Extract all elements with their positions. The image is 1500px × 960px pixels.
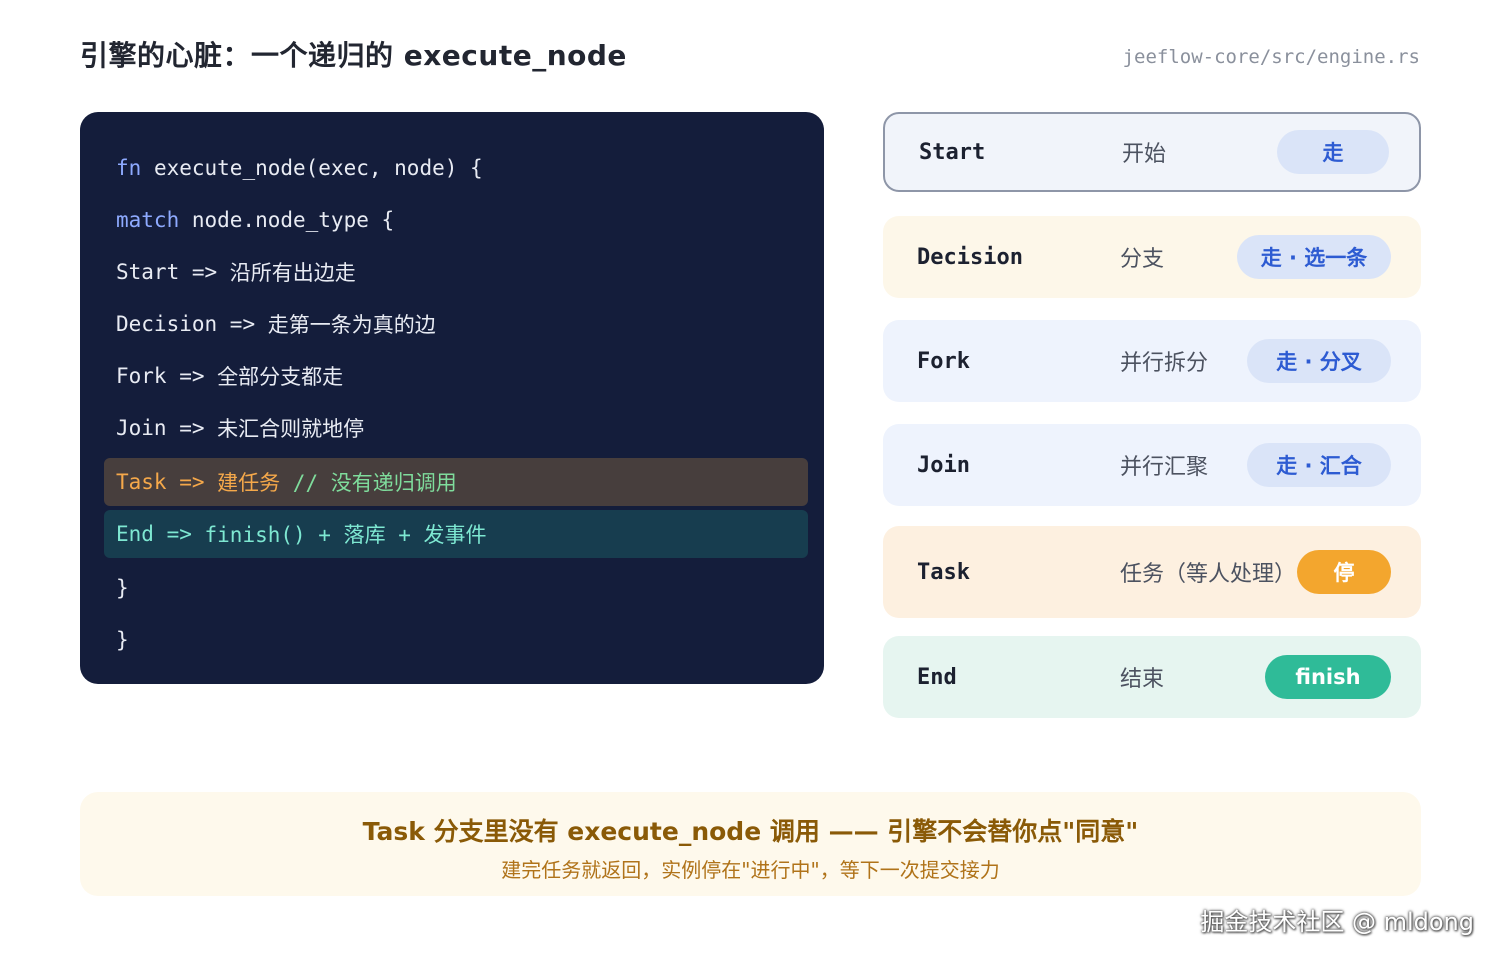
node-card-start: Start 开始 走 [883, 112, 1421, 192]
callout-sub-text: 建完任务就返回，实例停在"进行中"，等下一次提交接力 [501, 858, 1000, 882]
code-line-task-highlighted: Task => 建任务 // 没有递归调用 [104, 458, 808, 506]
node-badge: 走 · 选一条 [1237, 235, 1391, 279]
code-line-join: Join => 未汇合则就地停 [104, 404, 808, 452]
code-arrow: => [166, 470, 218, 494]
node-desc: 结束 [1120, 667, 1165, 692]
node-name: End [917, 664, 957, 690]
code-line-decision: Decision => 走第一条为真的边 [104, 300, 808, 348]
node-name: Task [917, 559, 970, 585]
node-card-join: Join 并行汇聚 走 · 汇合 [883, 424, 1421, 506]
node-desc: 分支 [1120, 247, 1165, 272]
code-arrow: => [179, 260, 230, 284]
code-case-text: 走第一条为真的边 [267, 313, 436, 337]
node-badge: 走 · 分叉 [1247, 339, 1391, 383]
node-name: Start [919, 139, 986, 165]
node-name: Decision [917, 244, 1023, 270]
callout-main-text: Task 分支里没有 execute_node 调用 —— 引擎不会替你点"同意… [362, 817, 1139, 846]
code-case-text: 全部分支都走 [217, 365, 344, 389]
code-line-fork: Fork => 全部分支都走 [104, 352, 808, 400]
source-path: jeeflow-core/src/engine.rs [1122, 46, 1420, 68]
code-arrow: => [166, 364, 218, 388]
code-text: execute_node(exec, node) { [141, 156, 483, 180]
node-badge: 走 [1277, 130, 1389, 174]
callout-note: Task 分支里没有 execute_node 调用 —— 引擎不会替你点"同意… [80, 792, 1421, 896]
code-line-match: match node.node_type { [104, 196, 808, 244]
node-card-decision: Decision 分支 走 · 选一条 [883, 216, 1421, 298]
node-card-end: End 结束 finish [883, 636, 1421, 718]
code-line-close-match: } [116, 576, 129, 600]
node-name: Join [917, 452, 970, 478]
node-badge: 停 [1297, 550, 1391, 594]
code-case-text: 未汇合则就地停 [217, 417, 365, 441]
code-case-text: finish() + 落库 + 发事件 [204, 523, 487, 547]
node-desc: 并行拆分 [1120, 351, 1209, 376]
code-arrow: => [166, 416, 218, 440]
code-arrow: => [217, 312, 268, 336]
node-desc: 开始 [1122, 142, 1167, 167]
node-desc: 任务（等人处理） [1120, 562, 1297, 587]
code-case-name: Join [116, 416, 167, 440]
node-badge: finish [1265, 655, 1391, 699]
code-arrow: => [153, 522, 205, 546]
page-title: 引擎的心脏：一个递归的 execute_node [80, 39, 627, 72]
code-case-name: Fork [116, 364, 167, 388]
code-case-name: Start [116, 260, 180, 284]
code-keyword: fn [116, 156, 142, 180]
code-comment: // 没有递归调用 [280, 471, 457, 495]
code-case-text: 建任务 [217, 471, 281, 495]
code-text: node.node_type { [179, 208, 395, 232]
code-line-end-highlighted: End => finish() + 落库 + 发事件 [104, 510, 808, 558]
node-name: Fork [917, 348, 970, 374]
code-case-name: Decision [116, 312, 218, 336]
watermark: 掘金技术社区 @ mldong [1200, 908, 1474, 936]
node-desc: 并行汇聚 [1120, 455, 1209, 480]
node-card-fork: Fork 并行拆分 走 · 分叉 [883, 320, 1421, 402]
code-line-fn: fn execute_node(exec, node) { [104, 144, 808, 192]
code-case-text: 沿所有出边走 [229, 261, 356, 285]
code-case-name: Task [116, 470, 167, 494]
code-line-close-fn: } [116, 628, 129, 652]
code-panel: fn execute_node(exec, node) { match node… [80, 112, 824, 684]
node-card-task: Task 任务（等人处理） 停 [883, 526, 1421, 618]
code-case-name: End [116, 522, 154, 546]
code-line-start: Start => 沿所有出边走 [104, 248, 808, 296]
code-keyword: match [116, 208, 180, 232]
node-badge: 走 · 汇合 [1247, 443, 1391, 487]
